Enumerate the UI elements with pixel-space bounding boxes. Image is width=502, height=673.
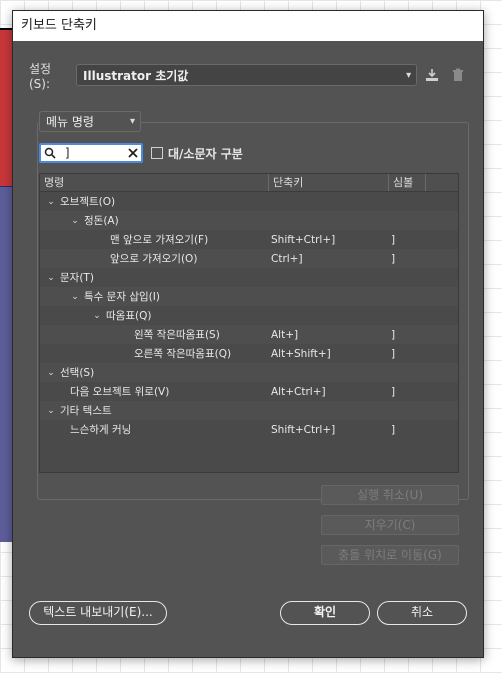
category-select[interactable]: 메뉴 명령 ▾ <box>39 111 141 132</box>
table-row[interactable]: ⌄ 정돈(A) <box>40 211 458 230</box>
command-name: 기타 텍스트 <box>60 405 112 417</box>
chevron-down-icon[interactable]: ⌄ <box>92 311 102 321</box>
shortcut-cell[interactable]: Alt+] <box>271 329 298 341</box>
ok-button[interactable]: 확인 <box>280 601 370 625</box>
table-row[interactable]: 오른쪽 작은따옴표(Q) Alt+Shift+]] <box>40 344 458 363</box>
table-row[interactable]: ⌄ 기타 텍스트 <box>40 401 458 420</box>
case-sensitive-label: 대/소문자 구분 <box>168 146 243 161</box>
table-row[interactable]: 느슨하게 커닝 Shift+Ctrl+]] <box>40 420 458 439</box>
column-header-symbol[interactable]: 심볼 <box>389 174 426 191</box>
shortcuts-table: 명령 단축키 심볼 ⌄ 오브젝트(O) ⌄ 정돈(A) 맨 앞으로 가져오기(F) Shi… <box>39 173 459 473</box>
command-name: 느슨하게 커닝 <box>70 424 132 436</box>
export-text-button[interactable]: 텍스트 내보내기(E)... <box>29 601 167 625</box>
command-name: 오브젝트(O) <box>60 196 116 208</box>
shortcut-cell[interactable]: Ctrl+] <box>271 253 303 265</box>
dialog-title: 키보드 단축키 <box>13 11 483 41</box>
command-name: 오른쪽 작은따옴표(Q) <box>134 348 232 360</box>
command-name: 앞으로 가져오기(O) <box>110 253 198 265</box>
command-name: 특수 문자 삽입(I) <box>84 291 160 303</box>
table-row[interactable]: 앞으로 가져오기(O) Ctrl+]] <box>40 249 458 268</box>
chevron-down-icon[interactable]: ⌄ <box>70 216 80 226</box>
table-row[interactable]: ⌄ 특수 문자 삽입(I) <box>40 287 458 306</box>
undo-button[interactable]: 실행 취소(U) <box>321 485 459 505</box>
search-row: ] 대/소문자 구분 <box>39 143 243 163</box>
shortcut-cell[interactable]: Shift+Ctrl+] <box>271 234 335 246</box>
table-row[interactable]: 왼쪽 작은따옴표(S) Alt+]] <box>40 325 458 344</box>
command-name: 맨 앞으로 가져오기(F) <box>110 234 209 246</box>
command-name: 따옴표(Q) <box>106 310 152 322</box>
chevron-down-icon: ▾ <box>406 69 412 81</box>
table-body: ⌄ 오브젝트(O) ⌄ 정돈(A) 맨 앞으로 가져오기(F) Shift+Ctrl+]]… <box>40 192 458 439</box>
delete-preset-icon[interactable] <box>447 64 469 86</box>
settings-label: 설정(S): <box>29 61 52 91</box>
command-name: 정돈(A) <box>84 215 119 227</box>
command-name: 왼쪽 작은따옴표(S) <box>134 329 220 341</box>
symbol-cell[interactable]: ] <box>391 424 395 436</box>
table-header: 명령 단축키 심볼 <box>40 174 458 192</box>
settings-row: 설정(S): Illustrator 초기값 ▾ <box>29 62 469 91</box>
column-header-shortcut[interactable]: 단축키 <box>269 174 389 191</box>
chevron-down-icon[interactable]: ⌄ <box>46 368 56 378</box>
category-value: 메뉴 명령 <box>46 115 94 129</box>
table-row[interactable]: 다음 오브젝트 위로(V) Alt+Ctrl+]] <box>40 382 458 401</box>
preset-select[interactable]: Illustrator 초기값 ▾ <box>76 64 418 86</box>
case-sensitive-checkbox[interactable] <box>151 147 163 159</box>
table-row[interactable]: ⌄ 문자(T) <box>40 268 458 287</box>
shortcut-cell[interactable]: Alt+Shift+] <box>271 348 331 360</box>
table-row[interactable]: 맨 앞으로 가져오기(F) Shift+Ctrl+]] <box>40 230 458 249</box>
chevron-down-icon[interactable]: ⌄ <box>46 406 56 416</box>
preset-value: Illustrator 초기값 <box>83 68 189 83</box>
symbol-cell[interactable]: ] <box>391 348 395 360</box>
command-name: 문자(T) <box>60 272 94 284</box>
keyboard-shortcuts-dialog: 키보드 단축키 설정(S): Illustrator 초기값 ▾ 메뉴 명령 ▾ <box>12 10 484 658</box>
goto-conflict-button[interactable]: 충돌 위치로 이동(G) <box>321 545 459 565</box>
search-input[interactable]: ] <box>39 143 143 163</box>
clear-button[interactable]: 지우기(C) <box>321 515 459 535</box>
command-name: 선택(S) <box>60 367 95 379</box>
chevron-down-icon[interactable]: ⌄ <box>46 273 56 283</box>
chevron-down-icon[interactable]: ⌄ <box>70 292 80 302</box>
save-preset-icon[interactable] <box>421 64 443 86</box>
command-name: 다음 오브젝트 위로(V) <box>70 386 170 398</box>
chevron-down-icon[interactable]: ⌄ <box>46 197 56 207</box>
symbol-cell[interactable]: ] <box>391 234 395 246</box>
symbol-cell[interactable]: ] <box>391 329 395 341</box>
table-row[interactable]: ⌄ 따옴표(Q) <box>40 306 458 325</box>
symbol-cell[interactable]: ] <box>391 253 395 265</box>
shortcut-cell[interactable]: Alt+Ctrl+] <box>271 386 326 398</box>
search-query: ] <box>64 146 72 160</box>
table-row[interactable]: ⌄ 선택(S) <box>40 363 458 382</box>
symbol-cell[interactable]: ] <box>391 386 395 398</box>
column-header-command[interactable]: 명령 <box>40 174 269 191</box>
table-row[interactable]: ⌄ 오브젝트(O) <box>40 192 458 211</box>
search-icon <box>44 147 56 159</box>
cancel-button[interactable]: 취소 <box>377 601 467 625</box>
clear-icon[interactable] <box>128 148 138 158</box>
chevron-down-icon: ▾ <box>129 116 135 127</box>
shortcut-cell[interactable]: Shift+Ctrl+] <box>271 424 335 436</box>
